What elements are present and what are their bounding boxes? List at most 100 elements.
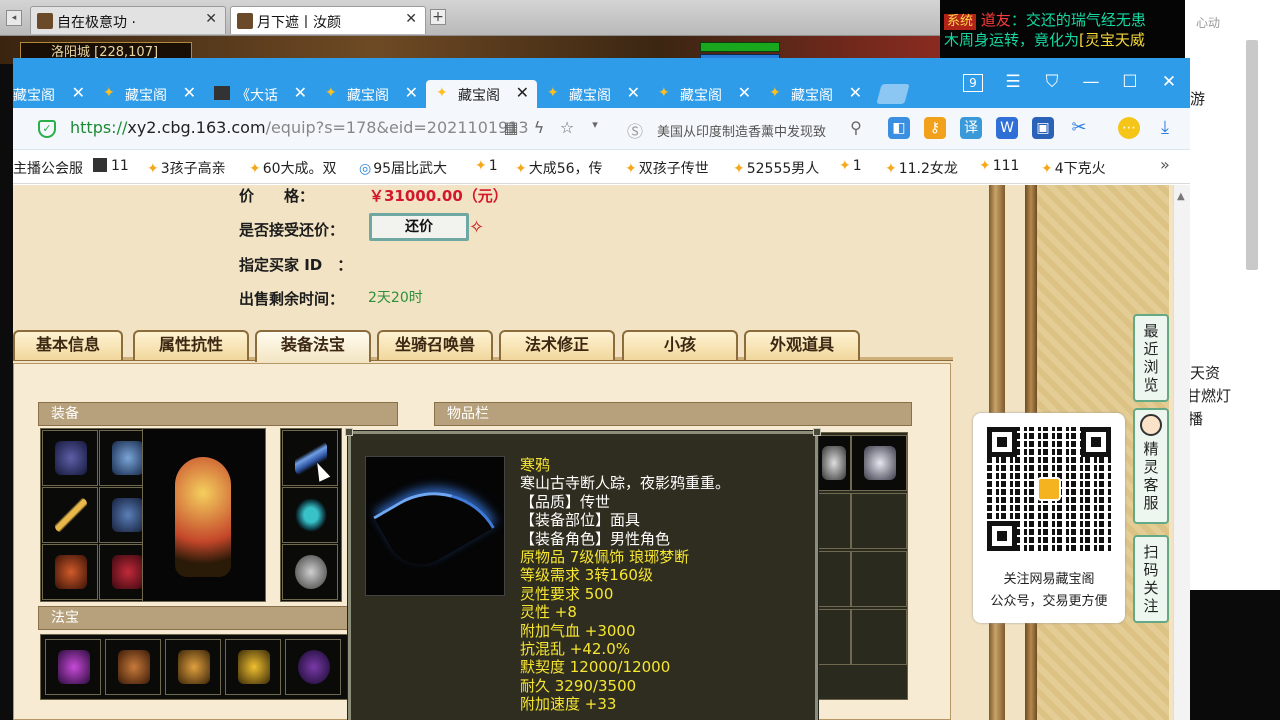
bookmark-item[interactable]: ✦ 11.2女龙 [885, 158, 958, 178]
tooltip-corner [813, 428, 821, 436]
right-scrollbar[interactable] [1246, 40, 1258, 270]
inventory-slot[interactable] [815, 609, 851, 665]
customer-service-button[interactable]: 精 灵 客 服 [1133, 408, 1169, 524]
browser-tab-8[interactable]: ✦ 藏宝阁 ✕ [759, 80, 870, 108]
browser-tab-2[interactable]: ✦ 藏宝阁 ✕ [93, 80, 204, 108]
chevron-down-icon[interactable]: ▾ [585, 118, 605, 131]
search-input[interactable]: 美国从印度制造香薰中发现致 [657, 121, 839, 140]
bookmark-item[interactable]: ✦ 1 [475, 158, 498, 174]
window-count-badge[interactable]: 9 [963, 74, 983, 92]
tab-child[interactable]: 小孩 [622, 330, 738, 360]
button-char: 注 [1143, 597, 1159, 615]
close-icon[interactable]: ✕ [294, 83, 307, 102]
qr-code-icon[interactable]: ▦ [501, 118, 521, 137]
browser-tab-6[interactable]: ✦ 藏宝阁 ✕ [537, 80, 648, 108]
window-tool-icon[interactable]: ▣ [1032, 117, 1054, 139]
page-scrollbar[interactable]: ▲ [1173, 185, 1190, 720]
translate-icon[interactable]: 译 [960, 117, 982, 139]
bookmark-item[interactable]: ◎ 95届比武大 [359, 158, 447, 178]
close-icon[interactable]: ✕ [205, 11, 217, 27]
word-doc-icon[interactable]: W [996, 117, 1018, 139]
search-icon[interactable]: ⚲ [846, 118, 866, 137]
equipment-slot[interactable] [282, 544, 338, 600]
inventory-slot[interactable] [815, 435, 851, 491]
outer-tab-1[interactable]: 自在极意功 · ✕ [30, 6, 226, 34]
item-property-line: 等级需求 3转160级 [520, 566, 653, 585]
tab-equipment[interactable]: 装备法宝 [255, 330, 371, 362]
equipment-slot[interactable] [42, 487, 98, 543]
treasure-slot[interactable] [225, 639, 281, 695]
close-icon[interactable]: ✕ [405, 83, 418, 102]
button-char: 服 [1143, 494, 1159, 512]
bookmark-item[interactable]: ✦ 大成56，传 [515, 158, 603, 178]
key-icon[interactable]: ⚷ [924, 117, 946, 139]
close-icon[interactable]: ✕ [849, 83, 862, 102]
more-dots-icon[interactable]: ⋯ [1118, 117, 1140, 139]
inventory-slot[interactable] [851, 609, 907, 665]
new-tab-button[interactable] [876, 84, 910, 104]
bookmarks-more-button[interactable]: » [1160, 155, 1170, 174]
bookmark-item[interactable]: ✦ 111 [979, 158, 1019, 174]
right-black-area [1185, 590, 1280, 720]
inventory-slot[interactable] [815, 551, 851, 607]
close-icon[interactable]: ✕ [738, 83, 751, 102]
inventory-slot[interactable] [851, 493, 907, 549]
tab-scroll-left-button[interactable]: ◂ [6, 10, 22, 26]
bookmark-item[interactable]: ✦ 双孩子传世 [625, 158, 709, 178]
equipment-slot[interactable] [42, 430, 98, 486]
download-icon[interactable]: ⤓ [1154, 117, 1176, 139]
treasure-slot[interactable] [45, 639, 101, 695]
treasure-slot[interactable] [105, 639, 161, 695]
close-icon[interactable]: ✕ [183, 83, 196, 102]
tab-appearance[interactable]: 外观道具 [744, 330, 860, 360]
close-icon[interactable]: ✕ [405, 11, 417, 27]
favorite-star-icon[interactable]: ☆ [557, 118, 577, 137]
tab-attributes[interactable]: 属性抗性 [133, 330, 249, 360]
close-window-icon[interactable]: ✕ [1157, 72, 1181, 92]
inventory-slot[interactable] [851, 435, 907, 491]
tab-basic-info[interactable]: 基本信息 [13, 330, 123, 360]
minimize-icon[interactable]: — [1079, 72, 1103, 92]
equipment-slot[interactable] [282, 487, 338, 543]
inventory-slot[interactable] [851, 551, 907, 607]
lightning-icon[interactable]: ϟ [529, 118, 549, 137]
url-field[interactable]: https://xy2.cbg.163.com/equip?s=178&eid=… [70, 118, 529, 137]
menu-icon[interactable]: ☰ [1001, 72, 1025, 92]
bookmark-item[interactable]: 11 [93, 158, 129, 174]
outer-tab-bar: ◂ 自在极意功 · ✕ 月下遮丨汝颜 ✕ + [0, 0, 940, 36]
treasure-slot[interactable] [285, 639, 341, 695]
close-icon[interactable]: ✕ [72, 83, 85, 102]
treasure-slot[interactable] [165, 639, 221, 695]
equipment-slot[interactable] [42, 544, 98, 600]
browser-tab-3[interactable]: 《大话 ✕ [204, 80, 315, 108]
browser-tab-5[interactable]: ✦ 藏宝阁 ✕ [426, 80, 537, 108]
scan-follow-button[interactable]: 扫 码 关 注 [1133, 535, 1169, 623]
toolbar-app-icon[interactable]: ◧ [888, 117, 910, 139]
counter-offer-button[interactable]: 还价 [369, 213, 469, 241]
bookmark-item[interactable]: ✦ 60大成。双 [249, 158, 337, 178]
scroll-up-icon[interactable]: ▲ [1177, 191, 1185, 202]
outer-tab-2[interactable]: 月下遮丨汝颜 ✕ [230, 6, 426, 34]
browser-tab-4[interactable]: ✦ 藏宝阁 ✕ [315, 80, 426, 108]
bookmark-item[interactable]: ✦ 52555男人 [733, 158, 819, 178]
bookmark-item[interactable]: 主播公会服 [13, 158, 83, 178]
inventory-slot[interactable] [815, 493, 851, 549]
maximize-icon[interactable]: ☐ [1118, 72, 1142, 92]
equipment-slot-mask[interactable] [282, 430, 338, 486]
bookmark-item[interactable]: ✦ 3孩子高亲 [147, 158, 226, 178]
close-icon[interactable]: ✕ [627, 83, 640, 102]
bookmark-item[interactable]: ✦ 1 [839, 158, 862, 174]
browser-tab-7[interactable]: ✦ 藏宝阁 ✕ [648, 80, 759, 108]
browser-tab-1[interactable]: 藏宝阁 ✕ [13, 80, 93, 108]
new-tab-button[interactable]: + [430, 9, 446, 25]
tab-spell-correction[interactable]: 法术修正 [499, 330, 615, 360]
treasure-orb-icon [298, 650, 330, 684]
bookmark-label: 111 [992, 158, 1020, 174]
scissors-icon[interactable]: ✂ [1068, 117, 1090, 139]
tab-mounts-pets[interactable]: 坐骑召唤兽 [377, 330, 493, 360]
bookmark-item[interactable]: ✦ 4下克火 [1041, 158, 1106, 178]
close-icon[interactable]: ✕ [516, 83, 529, 102]
search-engine-icon[interactable]: Ⓢ [625, 118, 645, 142]
recently-viewed-button[interactable]: 最 近 浏 览 [1133, 314, 1169, 402]
shirt-skin-icon[interactable]: ⛉ [1040, 72, 1064, 92]
